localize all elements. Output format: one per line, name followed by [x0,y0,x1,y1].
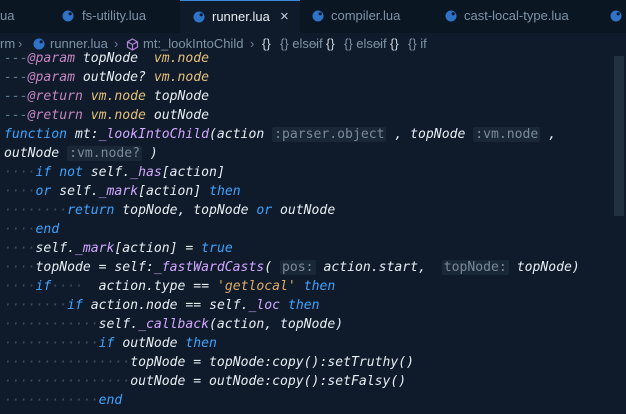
code-line[interactable]: ····if···· action.type == 'getlocal' the… [4,277,335,296]
braces-icon: {} [262,36,271,51]
tab-label: fs-utility.lua [82,8,147,23]
lua-file-icon [312,10,324,22]
tab-runner[interactable]: runner.lua × [180,0,300,33]
code-line[interactable]: ····if not self._has[action] [4,163,225,182]
tab-compiler[interactable]: compiler.lua [300,0,430,33]
tab-label: compiler.lua [331,8,401,23]
breadcrumb-if[interactable]: {} if [408,33,427,55]
lua-file-icon [193,11,205,23]
chevron-right-icon: › [313,36,318,51]
chevron-right-icon: › [377,36,382,51]
code-line[interactable]: ····or self._mark[action] then [4,182,241,201]
code-line[interactable]: ················outNode = outNode:copy()… [4,372,406,391]
lua-file-icon [445,10,457,22]
code-line[interactable]: ---@return vm.node topNode [4,87,209,106]
tab-label: ua [0,8,15,23]
code-line[interactable]: ····topNode = self:_fastWardCasts( pos: … [4,258,580,277]
code-line[interactable]: ········if action.node == self._loc then [4,296,320,315]
code-line[interactable]: outNode :vm.node? ) [4,144,158,163]
scrollbar-thumb[interactable] [614,56,624,216]
vertical-scrollbar[interactable] [612,56,626,414]
tab-fs-utility-partial[interactable]: ua [0,0,64,33]
code-line[interactable]: ····self._mark[action] = true [4,239,233,258]
tab-label: runner.lua [212,9,270,24]
tab-cast-local-type[interactable]: cast-local-type.lua [440,0,600,33]
code-line[interactable]: ---@param topNode vm.node [4,49,209,68]
code-line[interactable]: ················topNode = topNode:copy()… [4,353,414,372]
code-line[interactable]: ---@param outNode? vm.node [4,68,209,87]
editor-tab-bar: ua fs-utility.lua runner.lua × compiler.… [0,0,626,33]
lua-file-icon [62,10,74,22]
tab-label: cast-local-type.lua [464,8,569,23]
code-line[interactable]: ---@return vm.node outNode [4,106,209,125]
braces-icon: {} [326,36,335,51]
code-line[interactable]: ····end [4,220,59,239]
lua-file-icon [610,10,622,22]
code-line[interactable]: ········return topNode, topNode or outNo… [4,201,335,220]
braces-icon: {} [390,36,399,51]
code-line[interactable]: function mt:_lookIntoChild(action :parse… [4,125,564,144]
tab-overflow[interactable] [606,0,626,33]
code-line[interactable]: ············end [4,391,122,410]
code-line[interactable]: ············if outNode then [4,334,217,353]
tab-fs-utility[interactable]: fs-utility.lua [62,0,182,33]
close-icon[interactable]: × [280,1,289,32]
code-line[interactable]: ············self._callback(action, topNo… [4,315,343,334]
chevron-right-icon: › [250,36,255,51]
